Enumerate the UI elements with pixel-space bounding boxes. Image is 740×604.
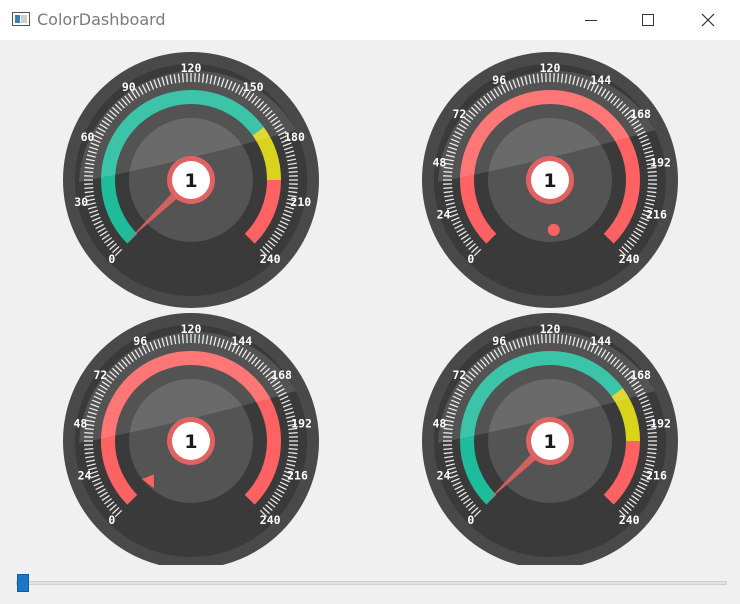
gauge-tick-label: 192 xyxy=(291,417,312,431)
gauge-tick-label: 24 xyxy=(437,469,451,483)
gauge-tick xyxy=(443,187,453,190)
gauge-tick-label: 216 xyxy=(287,469,308,483)
gauge-tick-label: 0 xyxy=(467,252,474,266)
gauge-tick-label: 0 xyxy=(467,513,474,527)
gauge-tick-label: 240 xyxy=(260,252,281,266)
gauge-value-label: 1 xyxy=(543,170,556,192)
close-icon xyxy=(701,13,715,27)
gauge-tick-label: 240 xyxy=(619,513,640,527)
gauge-tick xyxy=(84,448,94,451)
gauge-tick-label: 216 xyxy=(646,208,667,222)
gauge-tick-label: 240 xyxy=(260,513,281,527)
gauge-tick xyxy=(288,448,298,451)
gauge-tick xyxy=(288,431,298,434)
gauge-tick-label: 192 xyxy=(650,417,671,431)
gauge-1: 03060901201501802102401 xyxy=(63,52,319,308)
gauge-tick xyxy=(647,448,657,451)
slider-groove xyxy=(16,581,727,585)
gauge-tick-label: 216 xyxy=(646,469,667,483)
slider-handle[interactable] xyxy=(17,574,29,592)
gauge-tick xyxy=(647,431,657,434)
gauge-tick xyxy=(84,187,94,190)
gauge-tick-label: 24 xyxy=(78,469,92,483)
close-button[interactable] xyxy=(685,0,731,40)
gauge-value-label: 1 xyxy=(543,431,556,453)
gauge-tick xyxy=(443,448,453,451)
maximize-icon xyxy=(642,14,654,26)
gauge-tick-label: 240 xyxy=(619,252,640,266)
window-title: ColorDashboard xyxy=(37,10,166,29)
gauge-tick-label: 0 xyxy=(108,252,115,266)
dashboard-area: 0306090120150180210240102448729612014416… xyxy=(63,52,678,565)
gauge-tick xyxy=(647,187,657,190)
gauge-tick-label: 192 xyxy=(650,156,671,170)
gauge-tick-label: 210 xyxy=(290,195,311,209)
gauge-4: 0244872961201441681922162401 xyxy=(422,313,678,565)
gauge-2: 0244872961201441681922162401 xyxy=(422,52,678,308)
gauge-pointer-dot xyxy=(547,223,560,236)
minimize-icon xyxy=(585,20,597,21)
title-bar[interactable]: ColorDashboard xyxy=(0,0,740,40)
gauge-tick-label: 24 xyxy=(437,208,451,222)
maximize-button[interactable] xyxy=(625,0,671,40)
gauge-tick xyxy=(647,170,657,173)
gauge-tick-label: 0 xyxy=(108,513,115,527)
gauge-tick xyxy=(288,187,298,190)
gauge-3: 0244872961201441681922162401 xyxy=(63,313,319,565)
value-slider[interactable] xyxy=(16,573,727,593)
minimize-button[interactable] xyxy=(568,0,614,40)
app-icon xyxy=(12,12,30,26)
gauge-value-label: 1 xyxy=(184,431,197,453)
app-window: ColorDashboard 0 30 60 90 120 150 180 210 240 1 0 2… xyxy=(0,0,740,604)
gauge-tick xyxy=(288,170,298,173)
gauge-tick-label: 30 xyxy=(74,195,88,209)
gauge-value-label: 1 xyxy=(184,170,197,192)
